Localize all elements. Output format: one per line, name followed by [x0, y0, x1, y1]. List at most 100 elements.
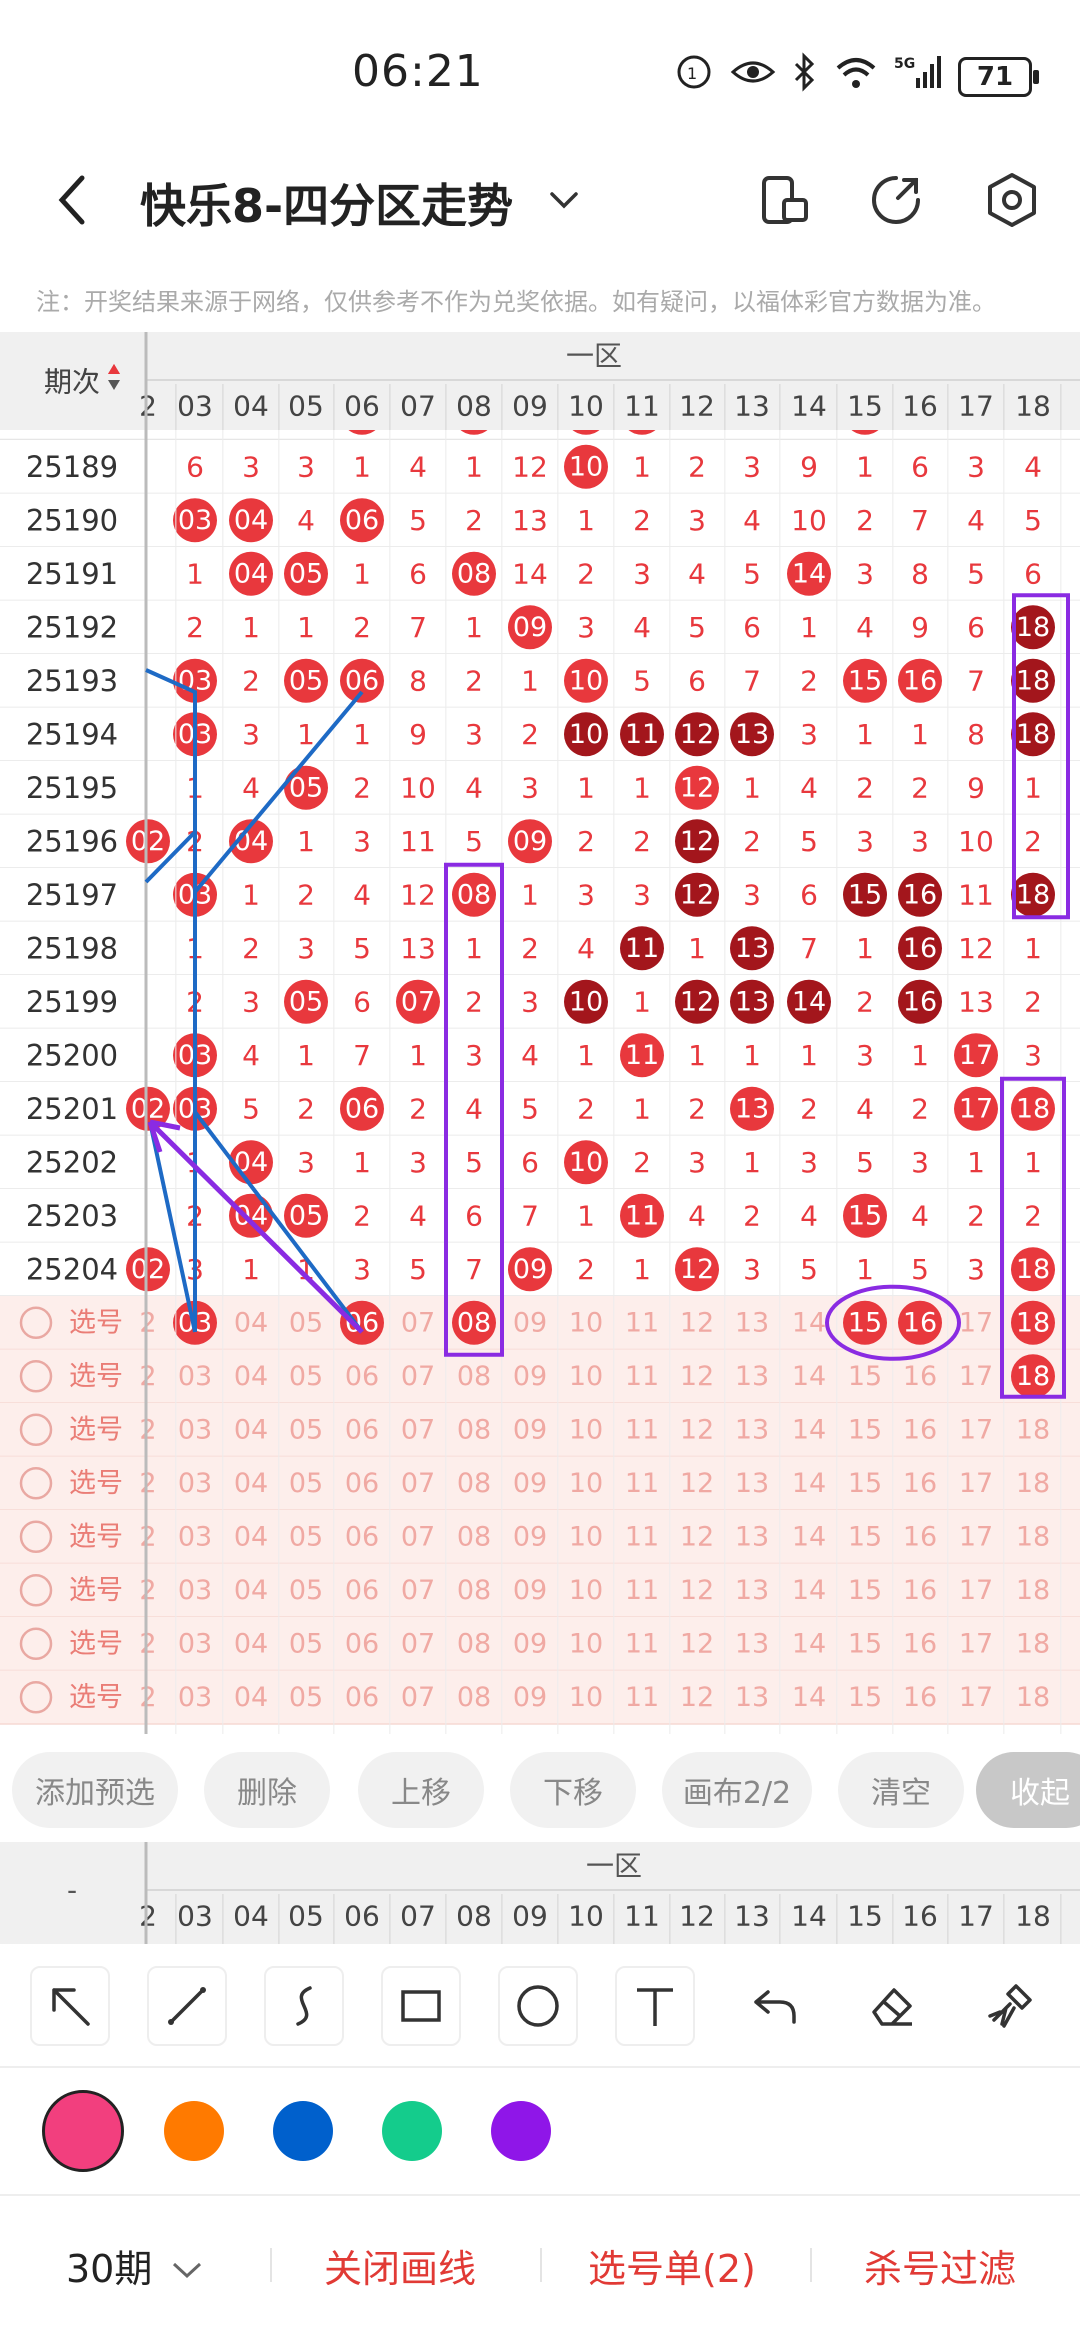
omission-value: 1	[911, 1039, 929, 1072]
landscape-toggle-button[interactable]	[758, 170, 812, 230]
curve-tool[interactable]	[264, 1966, 344, 2046]
color-swatch-orange[interactable]	[164, 2101, 224, 2161]
text-tool[interactable]	[615, 1966, 695, 2046]
pick-list-button[interactable]: 选号单(2)	[588, 2238, 756, 2293]
pick-label: 选号	[69, 1414, 123, 1445]
pick-number: 04	[234, 1307, 268, 1338]
page-title[interactable]: 快乐8-四分区走势	[140, 170, 513, 236]
omission-value: 3	[688, 504, 706, 537]
ball-number: 18	[1016, 1093, 1050, 1124]
pick-row[interactable]: 选号 2 03 04 05 06 07 08 09 10 11 12 13 14 15 16 17 18	[0, 1510, 1080, 1565]
pick-row[interactable]: 选号 2 03 04 05 06 07 08 09 10 11 12 13 14 15 16 17 18	[0, 1403, 1080, 1458]
pick-row[interactable]: 选号 2 03 04 05 06 07 08 09 10 11 12 13 14 15 16 17 18	[0, 1456, 1080, 1511]
pick-row[interactable]: 选号 2 03 04 05 06 07 08 09 10 11 12 13 14 15 16 17 18	[0, 1670, 1080, 1725]
pick-number: 2	[139, 1307, 156, 1338]
circle-icon	[517, 1985, 559, 2027]
omission-value: 5	[856, 1146, 874, 1179]
column-header-06: 06	[344, 390, 380, 423]
add-preselect-button[interactable]: 添加预选	[12, 1752, 178, 1828]
pick-number: 14	[792, 1414, 826, 1445]
pick-number: 07	[401, 1468, 435, 1499]
arrow-tool[interactable]	[30, 1966, 110, 2046]
ball-number: 10	[569, 1147, 603, 1178]
battery-icon: 71	[958, 56, 1039, 97]
clear-brush-tool[interactable]	[980, 1976, 1040, 2036]
eraser-icon	[872, 1988, 912, 2026]
omission-value: 1	[409, 1039, 427, 1072]
color-swatch-blue[interactable]	[273, 2101, 333, 2161]
pick-number: 18	[1016, 1414, 1050, 1445]
undo-tool[interactable]	[746, 1976, 806, 2036]
omission-value: 3	[743, 1253, 761, 1286]
kill-filter-button[interactable]: 杀号过滤	[864, 2238, 1016, 2293]
trend-table[interactable]: 一区 2 03 04 05 06 07 08 09 10 11 12 13 14 15 16 17 18 期次 251…	[0, 332, 1080, 1734]
delete-button[interactable]: 删除	[204, 1752, 330, 1828]
settings-button[interactable]	[982, 170, 1042, 230]
ball-number: 02	[131, 1254, 165, 1285]
omission-value: 1	[242, 878, 260, 911]
omission-value: 5	[409, 504, 427, 537]
mini-corner-label: -	[67, 1874, 77, 1907]
omission-value: 7	[800, 932, 818, 965]
omission-value: 1	[743, 771, 761, 804]
pick-number: 03	[178, 1521, 212, 1552]
pick-number: 2	[139, 1468, 156, 1499]
title-dropdown-icon[interactable]	[548, 188, 580, 212]
ball-number: 16	[903, 879, 937, 910]
period-label: 25200	[26, 1038, 118, 1072]
ball-number: 13	[735, 1093, 769, 1124]
share-button[interactable]	[868, 172, 924, 228]
omission-value: 1	[242, 611, 260, 644]
rectangle-tool[interactable]	[381, 1966, 461, 2046]
ball-number: 11	[625, 933, 659, 964]
omission-value: 6	[465, 1199, 483, 1232]
color-swatch-green[interactable]	[382, 2101, 442, 2161]
eraser-tool[interactable]	[862, 1976, 922, 2036]
mini-column-17: 17	[958, 1900, 994, 1933]
omission-value: 2	[911, 771, 929, 804]
close-lines-button[interactable]: 关闭画线	[324, 2238, 476, 2293]
pick-number: 05	[289, 1682, 323, 1713]
brush-icon	[988, 1984, 1032, 2028]
omission-value: 13	[958, 985, 994, 1018]
pick-number: 16	[903, 1414, 937, 1445]
omission-value: 1	[521, 878, 539, 911]
period-label: 25203	[26, 1199, 118, 1233]
period-label: 25204	[26, 1252, 118, 1286]
line-icon	[168, 1987, 206, 2025]
pick-number: 12	[680, 1521, 714, 1552]
move-up-button[interactable]: 上移	[358, 1752, 484, 1828]
omission-value: 2	[743, 1199, 761, 1232]
color-swatch-purple[interactable]	[491, 2101, 551, 2161]
omission-value: 4	[353, 878, 371, 911]
omission-value: 2	[1024, 825, 1042, 858]
ball-number: 18	[1016, 879, 1050, 910]
pick-row[interactable]: 选号 2 03 04 05 06 07 08 09 10 11 12 13 14 15 16 17 18	[0, 1563, 1080, 1618]
omission-value: 1	[856, 1253, 874, 1286]
period-selector[interactable]: 30期	[66, 2238, 204, 2293]
divider	[0, 2066, 1080, 2068]
back-button[interactable]	[48, 168, 98, 232]
canvas-page-button[interactable]: 画布2/2	[662, 1752, 812, 1828]
pick-number: 08	[457, 1414, 491, 1445]
clear-button[interactable]: 清空	[838, 1752, 964, 1828]
pick-row[interactable]: 选号 2 03 04 05 06 07 08 09 10 11 12 13 14 15 16 17 18	[0, 1296, 1080, 1351]
collapse-button[interactable]: 收起	[976, 1752, 1080, 1828]
circle-tool[interactable]	[498, 1966, 578, 2046]
pick-number: 13	[735, 1361, 769, 1392]
omission-value: 1	[743, 1146, 761, 1179]
pick-row[interactable]: 选号 2 03 04 05 06 07 08 09 10 11 12 13 14 15 16 17 18	[0, 1617, 1080, 1672]
omission-value: 1	[353, 1146, 371, 1179]
color-swatch-pink[interactable]	[42, 2090, 124, 2172]
share-icon	[872, 176, 920, 224]
pick-number: 10	[569, 1682, 603, 1713]
divider	[810, 2248, 812, 2282]
omission-value: 2	[743, 825, 761, 858]
pick-number: 17	[959, 1575, 993, 1606]
pick-number: 15	[848, 1361, 882, 1392]
move-down-button[interactable]: 下移	[510, 1752, 636, 1828]
line-tool[interactable]	[147, 1966, 227, 2046]
omission-value: 2	[967, 1199, 985, 1232]
omission-value: 5	[353, 932, 371, 965]
chevron-left-icon	[58, 175, 85, 225]
